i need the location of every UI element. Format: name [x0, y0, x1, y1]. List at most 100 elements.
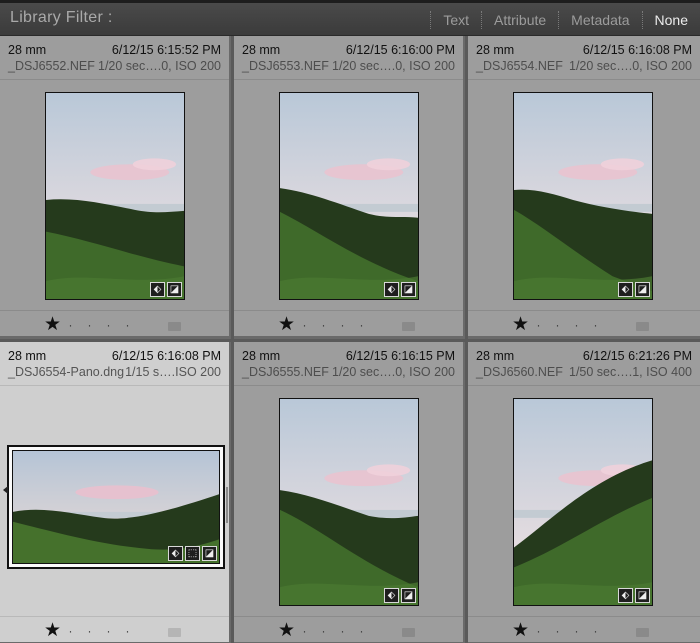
capture-datetime: 6/12/15 6:16:08 PM	[111, 349, 221, 363]
rating-dot[interactable]: ·	[99, 625, 118, 637]
cell-metadata: 28 mm 6/12/15 6:16:08 PM _DSJ6554-Pano.d…	[8, 348, 221, 380]
star-icon[interactable]: ★	[512, 315, 529, 334]
star-rating[interactable]: ★ · · · ·	[278, 621, 371, 640]
rating-dot[interactable]: ·	[333, 625, 352, 637]
capture-datetime: 6/12/15 6:15:52 PM	[111, 43, 221, 57]
rating-dot[interactable]: ·	[586, 625, 605, 637]
filter-options: Text Attribute Metadata None	[430, 3, 700, 36]
library-filter-title: Library Filter :	[10, 9, 113, 26]
keyword-tag-icon[interactable]: ⬖	[168, 546, 183, 561]
crop-icon[interactable]: ⬚	[185, 546, 200, 561]
develop-adjustment-icon[interactable]: ◪	[167, 282, 182, 297]
color-label[interactable]	[168, 628, 181, 637]
footer-divider	[234, 310, 463, 311]
focal-length: 28 mm	[8, 43, 47, 57]
star-icon[interactable]: ★	[512, 621, 529, 640]
star-rating[interactable]: ★ · · · ·	[278, 315, 371, 334]
photo-thumbnail[interactable]: ⬖ ◪	[279, 398, 419, 606]
rating-dot[interactable]: ·	[567, 319, 586, 331]
develop-adjustment-icon[interactable]: ◪	[635, 588, 650, 603]
filter-text-tab[interactable]: Text	[431, 12, 481, 28]
thumbnail-badges: ⬖ ◪	[384, 588, 416, 603]
header-divider	[234, 385, 463, 386]
rating-dot[interactable]: ·	[61, 319, 80, 331]
cell-metadata: 28 mm 6/12/15 6:16:00 PM _DSJ6553.NEF 1/…	[242, 42, 455, 74]
keyword-tag-icon[interactable]: ⬖	[384, 282, 399, 297]
star-icon[interactable]: ★	[278, 621, 295, 640]
rating-dot[interactable]: ·	[548, 625, 567, 637]
grid-cell[interactable]: 28 mm 6/12/15 6:16:08 PM _DSJ6554.NEF 1/…	[468, 36, 700, 339]
stack-indicator-icon[interactable]	[3, 486, 8, 494]
capture-datetime: 6/12/15 6:21:26 PM	[582, 349, 692, 363]
photo-thumbnail[interactable]: ⬖ ◪	[513, 398, 653, 606]
rating-dot[interactable]: ·	[295, 319, 314, 331]
photo-thumbnail[interactable]: ⬖ ◪	[45, 92, 185, 300]
color-label[interactable]	[402, 628, 415, 637]
color-label[interactable]	[402, 322, 415, 331]
rating-dot[interactable]: ·	[61, 625, 80, 637]
rating-dot[interactable]: ·	[314, 625, 333, 637]
star-icon[interactable]: ★	[278, 315, 295, 334]
keyword-tag-icon[interactable]: ⬖	[384, 588, 399, 603]
star-icon[interactable]: ★	[44, 315, 61, 334]
file-name: _DSJ6553.NEF	[242, 59, 329, 73]
rating-dot[interactable]: ·	[295, 625, 314, 637]
keyword-tag-icon[interactable]: ⬖	[618, 588, 633, 603]
capture-datetime: 6/12/15 6:16:15 PM	[345, 349, 455, 363]
color-label[interactable]	[636, 628, 649, 637]
rating-dot[interactable]: ·	[529, 625, 548, 637]
rating-dot[interactable]: ·	[118, 319, 137, 331]
resize-handle[interactable]	[226, 487, 228, 523]
focal-length: 28 mm	[8, 349, 47, 363]
thumbnail-badges: ⬖ ◪	[618, 282, 650, 297]
library-filter-bar: Library Filter : Text Attribute Metadata…	[0, 0, 700, 36]
develop-adjustment-icon[interactable]: ◪	[635, 282, 650, 297]
rating-dot[interactable]: ·	[352, 319, 371, 331]
rating-dot[interactable]: ·	[99, 319, 118, 331]
filter-none-tab[interactable]: None	[643, 12, 700, 28]
exposure-info: 1/15 s….ISO 200	[125, 365, 221, 379]
thumbnail-badges: ⬖ ◪	[618, 588, 650, 603]
grid-cell[interactable]: 28 mm 6/12/15 6:16:15 PM _DSJ6555.NEF 1/…	[234, 342, 465, 643]
exposure-info: 1/20 sec….0, ISO 200	[332, 59, 455, 73]
keyword-tag-icon[interactable]: ⬖	[618, 282, 633, 297]
grid-cell[interactable]: 28 mm 6/12/15 6:21:26 PM _DSJ6560.NEF 1/…	[468, 342, 700, 643]
rating-dot[interactable]: ·	[314, 319, 333, 331]
filter-attribute-tab[interactable]: Attribute	[482, 12, 558, 28]
rating-dot[interactable]: ·	[586, 319, 605, 331]
footer-divider	[234, 616, 463, 617]
star-rating[interactable]: ★ · · · ·	[44, 621, 137, 640]
thumbnail-badges: ⬖ ◪	[384, 282, 416, 297]
rating-dot[interactable]: ·	[352, 625, 371, 637]
cell-metadata: 28 mm 6/12/15 6:21:26 PM _DSJ6560.NEF 1/…	[476, 348, 692, 380]
color-label[interactable]	[636, 322, 649, 331]
develop-adjustment-icon[interactable]: ◪	[401, 282, 416, 297]
photo-thumbnail[interactable]: ⬖ ◪	[279, 92, 419, 300]
grid-cell[interactable]: 28 mm 6/12/15 6:16:08 PM _DSJ6554-Pano.d…	[0, 342, 231, 643]
grid-cell[interactable]: 28 mm 6/12/15 6:16:00 PM _DSJ6553.NEF 1/…	[234, 36, 465, 339]
rating-dot[interactable]: ·	[333, 319, 352, 331]
rating-dot[interactable]: ·	[548, 319, 567, 331]
photo-thumbnail[interactable]: ⬖ ◪	[513, 92, 653, 300]
keyword-tag-icon[interactable]: ⬖	[150, 282, 165, 297]
footer-divider	[468, 616, 700, 617]
footer-divider	[0, 616, 229, 617]
rating-dot[interactable]: ·	[118, 625, 137, 637]
rating-dot[interactable]: ·	[80, 319, 99, 331]
develop-adjustment-icon[interactable]: ◪	[202, 546, 217, 561]
rating-dot[interactable]: ·	[529, 319, 548, 331]
capture-datetime: 6/12/15 6:16:00 PM	[345, 43, 455, 57]
star-icon[interactable]: ★	[44, 621, 61, 640]
star-rating[interactable]: ★ · · · ·	[512, 315, 605, 334]
filter-metadata-tab[interactable]: Metadata	[559, 12, 641, 28]
star-rating[interactable]: ★ · · · ·	[512, 621, 605, 640]
grid-cell[interactable]: 28 mm 6/12/15 6:15:52 PM _DSJ6552.NEF 1/…	[0, 36, 231, 339]
photo-thumbnail[interactable]: ⬖ ⬚ ◪	[12, 450, 220, 564]
color-label[interactable]	[168, 322, 181, 331]
develop-adjustment-icon[interactable]: ◪	[401, 588, 416, 603]
star-rating[interactable]: ★ · · · ·	[44, 315, 137, 334]
rating-dot[interactable]: ·	[80, 625, 99, 637]
file-name: _DSJ6554.NEF	[476, 59, 563, 73]
rating-dot[interactable]: ·	[567, 625, 586, 637]
file-name: _DSJ6555.NEF	[242, 365, 329, 379]
